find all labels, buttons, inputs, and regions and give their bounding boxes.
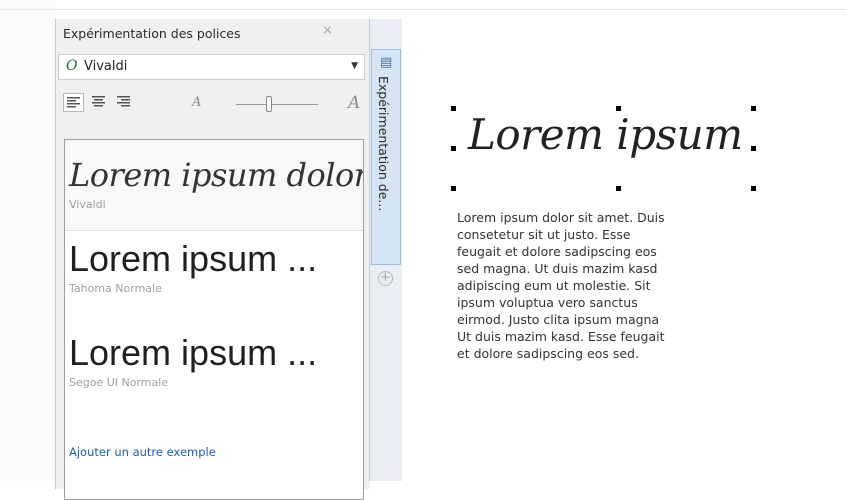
tab-font-playground[interactable]: ▤ Expérimentation de... <box>371 49 401 265</box>
align-right-icon <box>117 96 130 107</box>
paragraph-text[interactable]: Lorem ipsum dolor sit amet. Duis consete… <box>457 209 707 362</box>
align-center-icon <box>92 96 105 107</box>
sample-list: Lorem ipsum dolor s... Vivaldi Lorem ips… <box>64 139 364 500</box>
align-left-icon <box>67 97 80 108</box>
selection-handle[interactable] <box>616 186 621 191</box>
align-right-button[interactable] <box>114 93 135 112</box>
sample-item-vivaldi[interactable]: Lorem ipsum dolor s... Vivaldi <box>69 156 364 211</box>
sample-text: Lorem ipsum dolor s... <box>69 156 364 194</box>
add-docker-icon[interactable]: + <box>378 271 393 286</box>
close-icon[interactable]: × <box>322 24 333 37</box>
sample-font-name: Tahoma Normale <box>69 282 162 295</box>
font-playground-docker: Expérimentation des polices O Vivaldi ▼ <box>55 19 370 500</box>
zoom-slider-thumb[interactable] <box>265 96 272 112</box>
paragraph-line: sed magna. Ut duis mazim kasd <box>457 261 658 276</box>
font-playground-icon: ▤ <box>380 55 393 70</box>
sample-font-name: Segoe UI Normale <box>69 376 169 389</box>
left-window-chrome <box>0 0 55 481</box>
sample-toolbar: A A <box>56 86 368 118</box>
artistic-text-heading[interactable]: Lorem ipsum <box>468 110 743 159</box>
selection-handle[interactable] <box>451 186 456 191</box>
selection-handle[interactable] <box>751 186 756 191</box>
chevron-down-icon[interactable]: ▼ <box>351 61 358 71</box>
paragraph-line: et dolore sadipscing eos sed. <box>457 346 639 361</box>
selection-handle[interactable] <box>751 106 756 111</box>
zoom-out-icon[interactable]: A <box>192 95 201 110</box>
paragraph-line: feugait et dolore sadipscing eos <box>457 244 657 259</box>
paragraph-line: ipsum voluptua vero sanctus <box>457 295 638 310</box>
add-sample-link[interactable]: Ajouter un autre exemple <box>69 445 216 459</box>
sample-item-segoe[interactable]: Lorem ipsum ... Segoe UI Normale <box>69 332 317 389</box>
docker-tab-strip: ▤ Expérimentation de... + <box>369 19 403 481</box>
sample-font-name: Vivaldi <box>69 198 106 211</box>
paragraph-line: Lorem ipsum dolor sit amet. Duis <box>457 210 665 225</box>
paragraph-line: Ut duis mazim kasd. Esse feugait <box>457 329 665 344</box>
sample-item-tahoma[interactable]: Lorem ipsum ... Tahoma Normale <box>69 238 317 295</box>
zoom-in-icon[interactable]: A <box>348 93 360 113</box>
selection-handle[interactable] <box>451 106 456 111</box>
paragraph-line: adipiscing eum ut molestie. Sit <box>457 278 651 293</box>
docker-title: Expérimentation des polices <box>63 26 241 41</box>
paragraph-line: eirmod. Justo clita ipsum magna <box>457 312 660 327</box>
font-select-value: Vivaldi <box>84 59 128 74</box>
sample-text: Lorem ipsum ... <box>69 332 318 373</box>
align-left-button[interactable] <box>63 93 84 112</box>
font-list-select[interactable]: O Vivaldi ▼ <box>58 54 365 80</box>
selection-handle[interactable] <box>451 146 456 151</box>
selection-handle[interactable] <box>751 146 756 151</box>
opentype-font-icon: O <box>66 58 78 74</box>
align-center-button[interactable] <box>89 93 110 112</box>
zoom-slider-track[interactable] <box>236 104 318 105</box>
tab-label: Expérimentation de... <box>376 76 391 212</box>
paragraph-line: consetetur sit ut justo. Esse <box>457 227 631 242</box>
sample-text: Lorem ipsum ... <box>69 238 318 279</box>
top-divider <box>0 9 846 10</box>
